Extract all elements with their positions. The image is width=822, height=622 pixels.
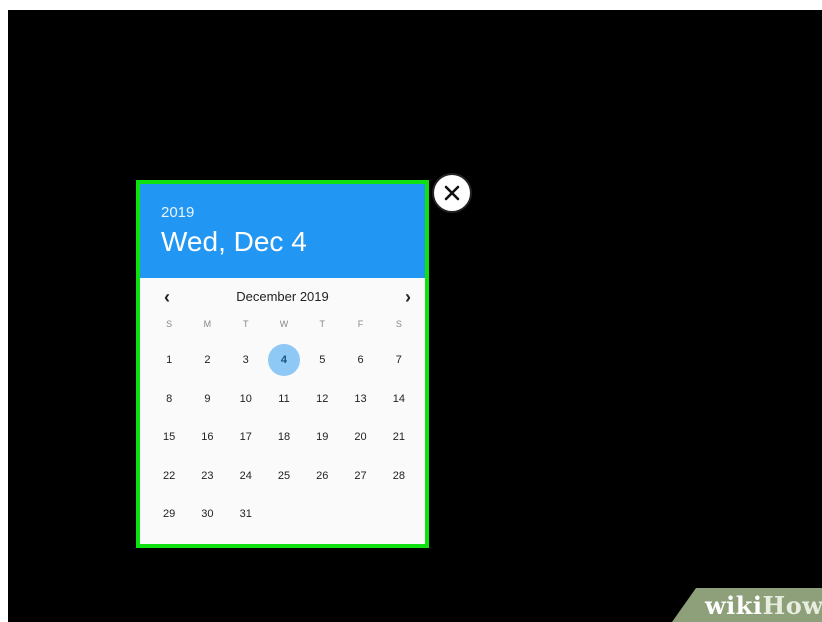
weekday-label: M (203, 319, 212, 329)
month-navigation: December 2019 ‹ › (140, 284, 425, 310)
chevron-right-icon: › (405, 287, 411, 307)
calendar-week-row: 8 9 10 11 12 13 14 (150, 380, 418, 419)
calendar-day-selected[interactable]: 4 (265, 341, 303, 380)
calendar-grid: 1 2 3 4 5 6 7 8 9 10 11 12 13 14 15 16 17 18 19 20 21 22 23 24 2… (150, 341, 418, 534)
calendar-day[interactable]: 6 (341, 341, 379, 380)
calendar-day[interactable]: 27 (341, 457, 379, 496)
calendar-day[interactable]: 29 (150, 495, 188, 534)
day-number: 5 (319, 354, 326, 367)
close-button[interactable] (432, 173, 472, 213)
calendar-day[interactable]: 24 (227, 457, 265, 496)
day-number: 30 (201, 508, 214, 521)
calendar-empty-cell (303, 495, 341, 534)
day-number: 24 (239, 469, 252, 482)
calendar-day[interactable]: 12 (303, 380, 341, 419)
calendar-day[interactable]: 28 (380, 457, 418, 496)
chevron-left-icon: ‹ (164, 287, 170, 307)
calendar-empty-cell (265, 495, 303, 534)
calendar-day[interactable]: 25 (265, 457, 303, 496)
day-number: 28 (392, 469, 405, 482)
close-icon (444, 185, 460, 201)
day-number: 4 (280, 354, 288, 367)
calendar-empty-cell (341, 495, 379, 534)
day-number: 23 (201, 469, 214, 482)
calendar-day[interactable]: 23 (188, 457, 226, 496)
weekday-label: W (279, 319, 289, 329)
calendar-day[interactable]: 26 (303, 457, 341, 496)
calendar-day[interactable]: 10 (227, 380, 265, 419)
day-number: 1 (166, 354, 173, 367)
calendar-week-row: 29 30 31 (150, 495, 418, 534)
day-number: 13 (354, 392, 367, 405)
day-number: 21 (392, 431, 405, 444)
day-number: 6 (357, 354, 364, 367)
day-number: 18 (277, 431, 291, 444)
day-number: 15 (163, 431, 176, 444)
day-number: 29 (163, 508, 176, 521)
day-number: 14 (392, 392, 405, 405)
calendar-day[interactable]: 9 (188, 380, 226, 419)
year-label[interactable]: 2019 (161, 204, 194, 221)
calendar-day[interactable]: 22 (150, 457, 188, 496)
weekday-label: S (166, 319, 173, 329)
day-number: 7 (395, 354, 402, 367)
calendar-empty-cell (380, 495, 418, 534)
calendar-day[interactable]: 11 (265, 380, 303, 419)
date-picker-header: 2019 Wed, Dec 4 (140, 184, 425, 278)
day-number: 20 (354, 431, 367, 444)
day-number: 31 (239, 508, 252, 521)
next-month-button[interactable]: › (395, 284, 421, 310)
day-number: 2 (204, 354, 211, 367)
calendar-day[interactable]: 19 (303, 418, 341, 457)
weekday-label: T (319, 319, 326, 329)
day-number: 12 (316, 392, 329, 405)
date-picker: 2019 Wed, Dec 4 December 2019 ‹ › S M T … (136, 180, 429, 548)
calendar-week-row: 15 16 17 18 19 20 21 (150, 418, 418, 457)
day-number: 9 (204, 392, 211, 405)
day-number: 8 (166, 392, 173, 405)
day-number: 27 (354, 469, 367, 482)
calendar-day[interactable]: 13 (341, 380, 379, 419)
calendar-week-row: 1 2 3 4 5 6 7 (150, 341, 418, 380)
calendar-day[interactable]: 15 (150, 418, 188, 457)
screen-background: 2019 Wed, Dec 4 December 2019 ‹ › S M T … (8, 10, 822, 622)
day-number: 3 (242, 354, 249, 367)
day-number: 17 (239, 431, 252, 444)
day-number: 19 (316, 431, 329, 444)
calendar-day[interactable]: 5 (303, 341, 341, 380)
calendar-day[interactable]: 2 (188, 341, 226, 380)
calendar-day[interactable]: 14 (380, 380, 418, 419)
calendar-day[interactable]: 31 (227, 495, 265, 534)
day-number: 16 (201, 431, 214, 444)
month-label: December 2019 (236, 289, 329, 304)
calendar-day[interactable]: 7 (380, 341, 418, 380)
calendar-day[interactable]: 30 (188, 495, 226, 534)
calendar-day[interactable]: 20 (341, 418, 379, 457)
weekday-label: F (357, 319, 364, 329)
day-number: 22 (163, 469, 176, 482)
calendar-day[interactable]: 3 (227, 341, 265, 380)
weekday-label: S (395, 319, 402, 329)
day-number: 26 (316, 469, 329, 482)
weekday-label: T (242, 319, 249, 329)
calendar-week-row: 22 23 24 25 26 27 28 (150, 457, 418, 496)
calendar-day[interactable]: 21 (380, 418, 418, 457)
day-number: 10 (239, 392, 252, 405)
calendar-day[interactable]: 17 (227, 418, 265, 457)
day-number: 25 (277, 469, 291, 482)
watermark-logo: wikiHow (705, 591, 822, 620)
selected-date-label: Wed, Dec 4 (161, 226, 307, 257)
weekday-header: S M T W T F S (150, 319, 418, 329)
calendar-day[interactable]: 18 (265, 418, 303, 457)
day-number: 11 (278, 392, 290, 405)
previous-month-button[interactable]: ‹ (154, 284, 180, 310)
wikihow-watermark: wikiHow (672, 588, 822, 622)
calendar-day[interactable]: 16 (188, 418, 226, 457)
calendar-day[interactable]: 8 (150, 380, 188, 419)
calendar-day[interactable]: 1 (150, 341, 188, 380)
